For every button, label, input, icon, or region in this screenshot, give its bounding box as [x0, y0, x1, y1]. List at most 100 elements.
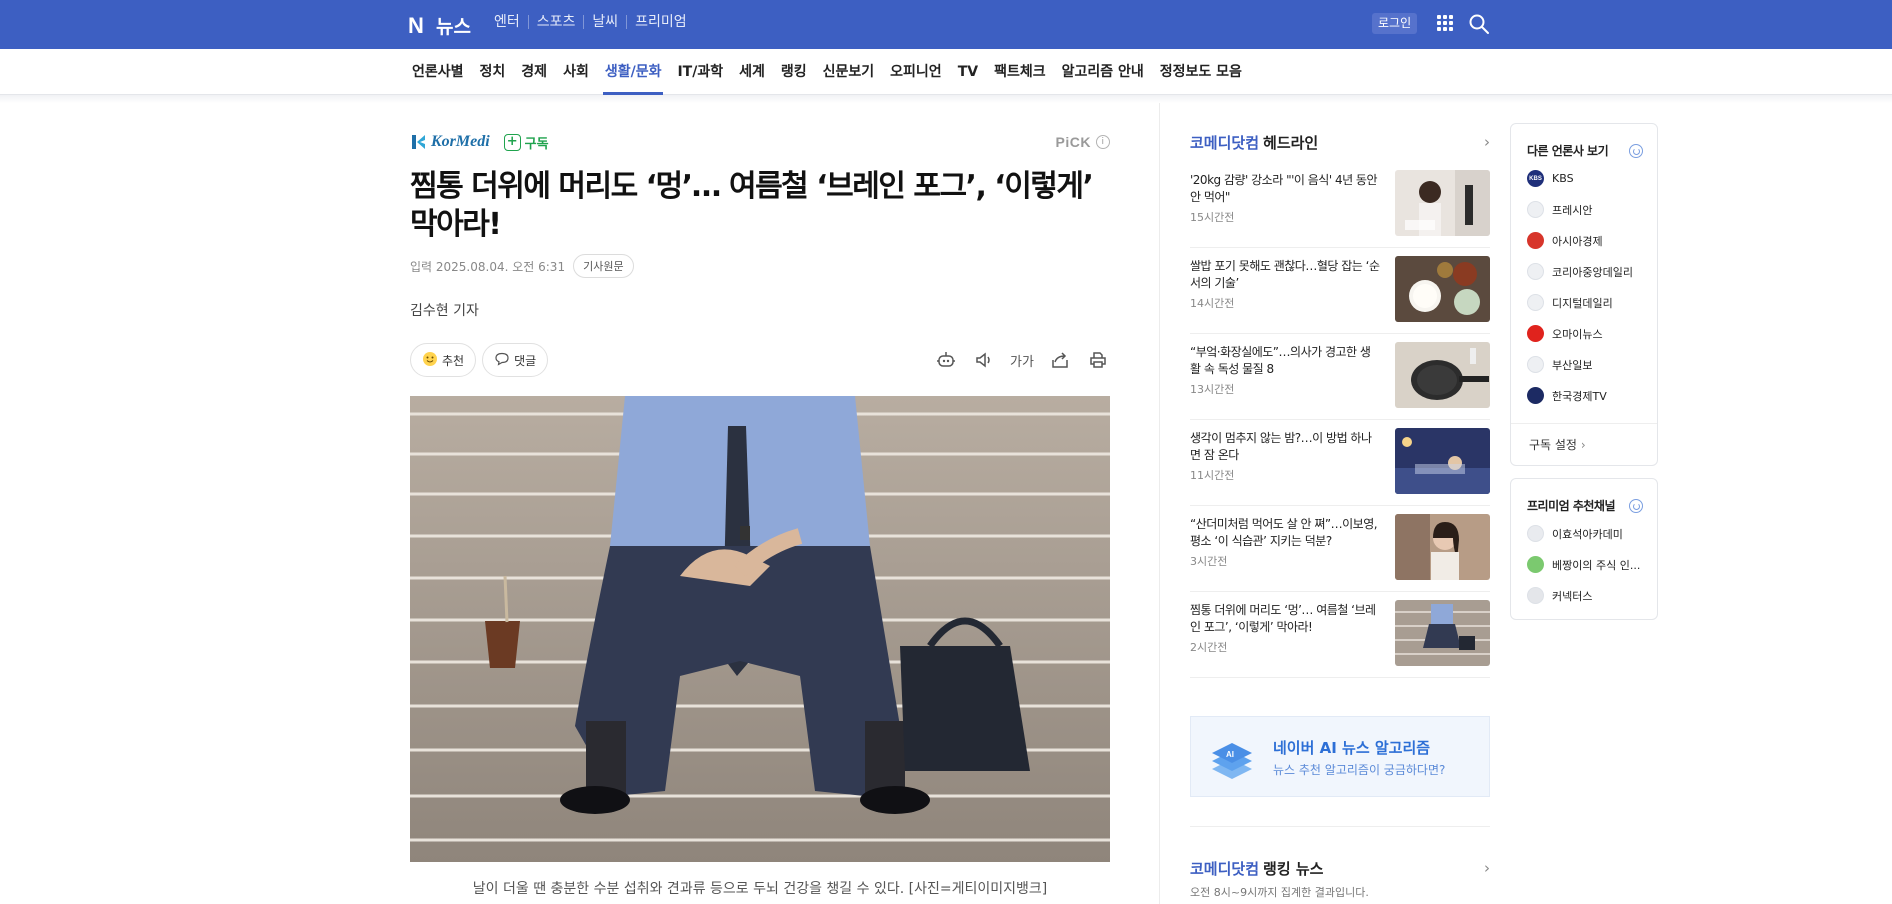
headline-age: 11시간전 — [1190, 469, 1235, 482]
headline-thumbnail[interactable] — [1395, 170, 1490, 236]
press-item-joongang-daily[interactable]: 코리아중앙데일리 — [1527, 256, 1657, 287]
chevron-right-icon[interactable]: › — [1484, 133, 1490, 151]
naver-news-logo[interactable]: N 뉴스 — [408, 12, 471, 39]
summary-bot-icon[interactable] — [934, 348, 958, 372]
press-logo[interactable]: KorMedi — [410, 133, 490, 151]
font-size-icon[interactable]: 가가 — [1010, 348, 1034, 372]
press-item-asiae[interactable]: 아시아경제 — [1527, 225, 1657, 256]
headline-title[interactable]: '20kg 감량' 강소라 "'이 음식' 4년 동안 안 먹어" — [1190, 172, 1380, 206]
category-society[interactable]: 사회 — [555, 49, 597, 95]
category-corrections[interactable]: 정정보도 모음 — [1152, 49, 1250, 95]
headline-title[interactable]: 찜통 더위에 머리도 ‘멍’… 여름철 ‘브레인 포그’, ‘이렇게’ 막아라! — [1190, 602, 1380, 636]
category-life-culture[interactable]: 생활/문화 — [597, 49, 670, 95]
press-name: KorMedi — [431, 133, 490, 150]
pick-badge[interactable]: PiCK i — [1056, 134, 1110, 150]
login-button[interactable]: 로그인 — [1372, 13, 1418, 34]
category-politics[interactable]: 정치 — [472, 49, 514, 95]
headline-title[interactable]: 쌀밥 포기 못해도 괜찮다…혈당 잡는 ‘순서의 기술’ — [1190, 258, 1380, 292]
chevron-right-icon[interactable]: › — [1484, 859, 1490, 877]
press-item-busan-ilbo[interactable]: 부산일보 — [1527, 349, 1657, 380]
recommend-button[interactable]: 추천 — [410, 343, 477, 377]
headline-thumbnail[interactable] — [1395, 342, 1490, 408]
press-item-ohmynews[interactable]: 오마이뉴스 — [1527, 318, 1657, 349]
ranking-title: 랭킹 뉴스 — [1263, 859, 1324, 878]
headline-thumbnail[interactable] — [1395, 256, 1490, 322]
apps-grid-icon[interactable] — [1437, 15, 1454, 32]
press-item-pressian[interactable]: 프레시안 — [1527, 194, 1657, 225]
press-logo-icon — [1527, 294, 1544, 311]
press-ranking: 코메디닷컴 랭킹 뉴스 › 오전 8시~9시까지 집계한 결과입니다. — [1190, 856, 1490, 900]
press-logo-icon — [1527, 201, 1544, 218]
headline-item[interactable]: 쌀밥 포기 못해도 괜찮다…혈당 잡는 ‘순서의 기술’ 14시간전 — [1190, 248, 1490, 334]
headline-thumbnail[interactable] — [1395, 428, 1490, 494]
top-nav-sports[interactable]: 스포츠 — [527, 15, 584, 29]
refresh-icon[interactable] — [1629, 143, 1643, 158]
category-tv[interactable]: TV — [950, 49, 986, 95]
press-item-kbs[interactable]: KBS KBS — [1527, 163, 1657, 194]
search-icon[interactable] — [1468, 13, 1490, 35]
original-article-button[interactable]: 기사원문 — [573, 254, 634, 278]
category-newspaper[interactable]: 신문보기 — [815, 49, 883, 95]
headline-title[interactable]: 생각이 멈추지 않는 밤?…이 방법 하나면 잠 온다 — [1190, 430, 1380, 464]
headlines-header[interactable]: 코메디닷컴 헤드라인 › — [1190, 130, 1490, 154]
top-nav-entertainment[interactable]: 엔터 — [486, 15, 528, 29]
premium-item-name: 이효석아카데미 — [1552, 527, 1623, 541]
press-logo-icon — [1527, 325, 1544, 342]
refresh-icon[interactable] — [1629, 498, 1643, 513]
top-nav-weather[interactable]: 날씨 — [583, 15, 626, 29]
premium-title: 프리미엄 추천채널 — [1527, 499, 1616, 513]
comment-button[interactable]: 댓글 — [482, 343, 549, 377]
category-factcheck[interactable]: 팩트체크 — [986, 49, 1054, 95]
headline-item[interactable]: “부엌·화장실에도”…의사가 경고한 생활 속 독성 물질 8 13시간전 — [1190, 334, 1490, 420]
headline-item[interactable]: 생각이 멈추지 않는 밤?…이 방법 하나면 잠 온다 11시간전 — [1190, 420, 1490, 506]
press-item-name: 코리아중앙데일리 — [1552, 265, 1633, 279]
press-headlines: 코메디닷컴 헤드라인 › '20kg 감량' 강소라 "'이 음식' 4년 동안… — [1190, 130, 1490, 678]
print-icon[interactable] — [1086, 348, 1110, 372]
press-item-ddaily[interactable]: 디지털데일리 — [1527, 287, 1657, 318]
press-item-wowtv[interactable]: 한국경제TV — [1527, 380, 1657, 411]
premium-item[interactable]: 이효석아카데미 — [1527, 518, 1657, 549]
category-ranking[interactable]: 랭킹 — [773, 49, 815, 95]
share-icon[interactable] — [1048, 348, 1072, 372]
reporter-name[interactable]: 김수현 기자 — [410, 300, 1110, 320]
headline-item[interactable]: “산더미처럼 먹어도 살 안 쪄”…이보영, 평소 ‘이 식습관’ 지키는 덕분… — [1190, 506, 1490, 592]
category-world[interactable]: 세계 — [731, 49, 773, 95]
premium-item[interactable]: 커넥터스 — [1527, 580, 1657, 611]
naver-logo-letter: N — [408, 12, 424, 38]
category-opinion[interactable]: 오피니언 — [882, 49, 950, 95]
smile-icon — [422, 351, 438, 370]
headline-item[interactable]: 찜통 더위에 머리도 ‘멍’… 여름철 ‘브레인 포그’, ‘이렇게’ 막아라!… — [1190, 592, 1490, 678]
speech-bubble-icon — [494, 351, 510, 370]
category-algorithm[interactable]: 알고리즘 안내 — [1054, 49, 1152, 95]
article-press-row: KorMedi + 구독 PiCK i — [410, 128, 1110, 156]
headline-title[interactable]: “산더미처럼 먹어도 살 안 쪄”…이보영, 평소 ‘이 식습관’ 지키는 덕분… — [1190, 516, 1380, 550]
category-it-science[interactable]: IT/과학 — [669, 49, 731, 95]
site-name: 뉴스 — [436, 16, 471, 38]
headline-thumbnail[interactable] — [1395, 514, 1490, 580]
ai-banner-title: 네이버 AI 뉴스 알고리즘 — [1273, 739, 1431, 757]
category-press[interactable]: 언론사별 — [404, 49, 472, 95]
info-icon[interactable]: i — [1096, 135, 1110, 149]
category-economy[interactable]: 경제 — [513, 49, 555, 95]
ranking-description: 오전 8시~9시까지 집계한 결과입니다. — [1190, 886, 1369, 899]
other-press-box: 다른 언론사 보기 KBS KBS 프레시안 아시아경제 코리아중앙데일리 디지털… — [1510, 123, 1658, 466]
press-item-name: 디지털데일리 — [1552, 296, 1613, 310]
headline-title[interactable]: “부엌·화장실에도”…의사가 경고한 생활 속 독성 물질 8 — [1190, 344, 1380, 378]
comment-label: 댓글 — [514, 353, 537, 368]
speaker-icon[interactable] — [972, 348, 996, 372]
column-divider — [1159, 103, 1160, 904]
subscription-settings-link[interactable]: 구독 설정 › — [1511, 423, 1657, 465]
press-item-name: 부산일보 — [1552, 358, 1593, 372]
headline-thumbnail[interactable] — [1395, 600, 1490, 666]
press-logo-icon: KBS — [1527, 170, 1544, 187]
subscribe-button[interactable]: + 구독 — [503, 133, 549, 152]
article: KorMedi + 구독 PiCK i 찜통 더위에 머리도 ‘멍’… 여름철 … — [410, 128, 1110, 378]
headline-item[interactable]: '20kg 감량' 강소라 "'이 음식' 4년 동안 안 먹어" 15시간전 — [1190, 162, 1490, 248]
ranking-header[interactable]: 코메디닷컴 랭킹 뉴스 › — [1190, 856, 1490, 880]
press-item-name: 아시아경제 — [1552, 234, 1603, 248]
ai-algorithm-banner[interactable]: AI 네이버 AI 뉴스 알고리즘 뉴스 추천 알고리즘이 궁금하다면? — [1190, 716, 1490, 797]
press-item-name: 한국경제TV — [1552, 389, 1607, 403]
press-logo-icon — [1527, 232, 1544, 249]
premium-item[interactable]: 베짱이의 주식 인... — [1527, 549, 1657, 580]
top-nav-premium[interactable]: 프리미엄 — [626, 15, 695, 29]
